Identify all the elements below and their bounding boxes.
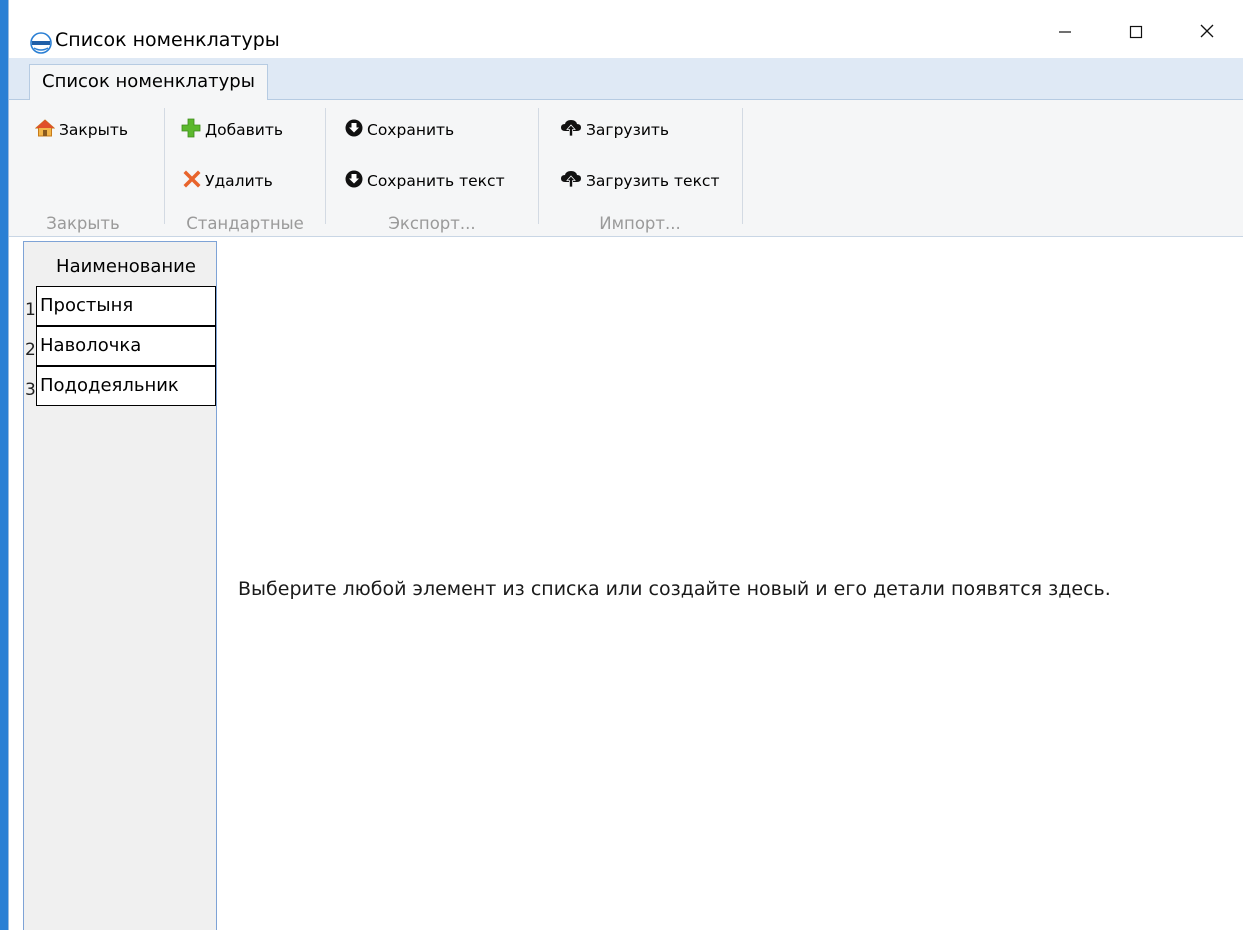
group-separator	[742, 108, 743, 224]
group-label-export: Экспорт...	[388, 214, 476, 233]
minimize-button[interactable]	[1042, 18, 1088, 48]
ribbon-tab-strip: Список номенклатуры	[9, 58, 1243, 101]
home-icon	[34, 119, 59, 141]
download-circle-icon	[345, 119, 367, 141]
nomenclature-list: Наименование 1 Простыня 2 Наволочка 3 По…	[23, 241, 217, 930]
group-label-import: Импорт...	[599, 214, 681, 233]
load-button[interactable]: Загрузить	[560, 116, 669, 144]
group-label-close: Закрыть	[46, 214, 120, 233]
tab-nomenclature-list[interactable]: Список номенклатуры	[29, 64, 268, 101]
save-text-button[interactable]: Сохранить текст	[345, 167, 505, 195]
close-window-button[interactable]	[1184, 18, 1230, 48]
window-title: Список номенклатуры	[55, 29, 280, 51]
cloud-upload-icon	[560, 170, 586, 192]
add-button-label: Добавить	[205, 121, 284, 139]
close-button-label: Закрыть	[59, 121, 129, 139]
close-button[interactable]: Закрыть	[34, 116, 129, 144]
main-window: Список номенклатуры Список номенклатуры	[8, 0, 1243, 930]
save-button[interactable]: Сохранить	[345, 116, 454, 144]
delete-button[interactable]: Удалить	[183, 167, 273, 195]
group-separator	[325, 108, 326, 224]
maximize-button[interactable]	[1113, 18, 1159, 48]
list-item[interactable]: Простыня	[36, 286, 216, 326]
save-button-label: Сохранить	[367, 121, 455, 139]
minimize-icon	[1058, 24, 1072, 43]
ribbon-group-close: Закрыть Закрыть	[9, 100, 157, 237]
ribbon-group-export: Сохранить Сохранить текст Экспорт...	[327, 100, 537, 237]
app-logo-icon	[30, 32, 52, 54]
plus-icon	[181, 118, 205, 142]
ribbon-group-import: Загрузить Загрузить текст Импорт...	[540, 100, 740, 237]
list-item[interactable]: Наволочка	[36, 326, 216, 366]
save-text-button-label: Сохранить текст	[367, 172, 505, 190]
load-text-button[interactable]: Загрузить текст	[560, 167, 719, 195]
group-separator	[164, 108, 165, 224]
group-separator	[538, 108, 539, 224]
load-button-label: Загрузить	[586, 121, 670, 139]
window-left-accent	[0, 0, 8, 930]
column-header-name[interactable]: Наименование	[36, 248, 216, 286]
download-circle-icon	[345, 170, 367, 192]
ribbon: Закрыть Закрыть Добавить Удалить Стандар…	[9, 100, 1243, 237]
add-button[interactable]: Добавить	[181, 116, 283, 144]
delete-button-label: Удалить	[205, 172, 273, 190]
group-label-standard: Стандартные	[186, 214, 304, 233]
load-text-button-label: Загрузить текст	[586, 172, 720, 190]
ribbon-group-standard: Добавить Удалить Стандартные	[167, 100, 323, 237]
list-item[interactable]: Пододеяльник	[36, 366, 216, 406]
x-cross-icon	[183, 170, 205, 192]
close-icon	[1199, 23, 1215, 43]
detail-placeholder-message: Выберите любой элемент из списка или соз…	[238, 578, 1111, 600]
title-bar[interactable]: Список номенклатуры	[9, 0, 1243, 58]
maximize-icon	[1129, 24, 1143, 43]
cloud-upload-icon	[560, 119, 586, 141]
